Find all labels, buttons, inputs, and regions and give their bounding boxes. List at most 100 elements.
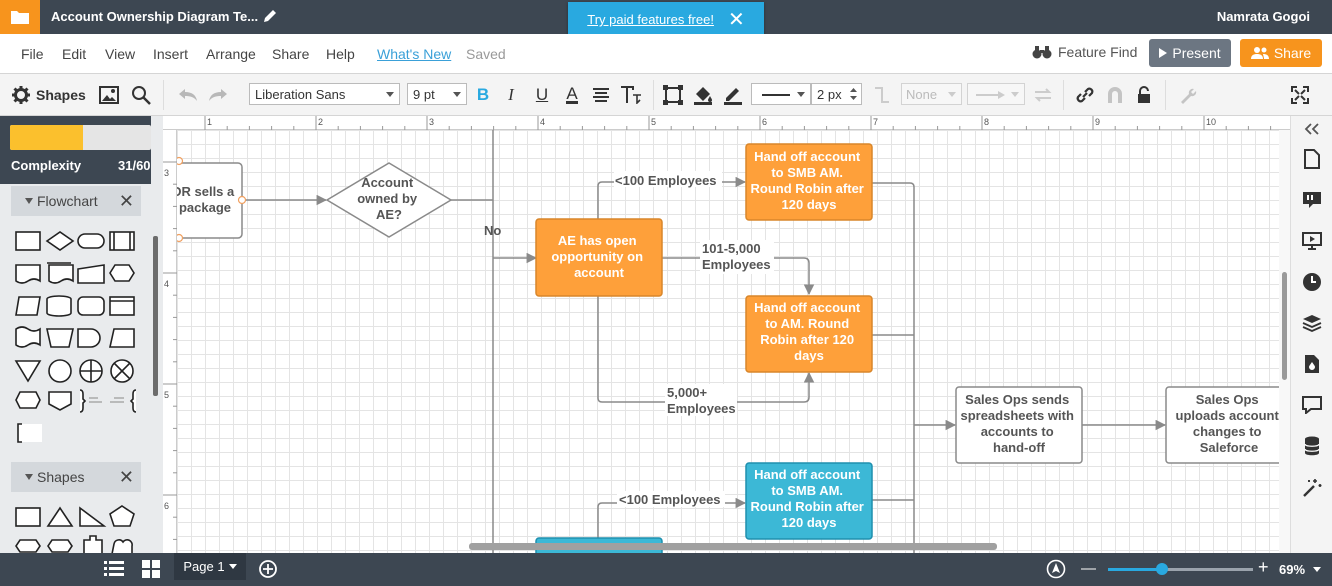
- node-salesops-upload-line3: changes to: [1193, 424, 1262, 439]
- line-start-select[interactable]: None: [901, 83, 962, 105]
- ruler-label: 3: [164, 168, 169, 178]
- page-icon[interactable]: [1301, 148, 1323, 170]
- connector-style-icon[interactable]: [868, 74, 896, 116]
- layers-icon[interactable]: [1301, 312, 1323, 334]
- edge-label-lt100-b[interactable]: <100 Employees: [619, 492, 721, 507]
- node-decision[interactable]: Account owned by AE?: [325, 162, 453, 238]
- font-family-select[interactable]: Liberation Sans: [249, 83, 400, 105]
- whats-new-link[interactable]: What's New: [377, 46, 451, 62]
- add-page-icon[interactable]: [258, 559, 278, 584]
- menu-edit[interactable]: Edit: [62, 46, 86, 62]
- zoom-value[interactable]: 69%: [1279, 562, 1305, 577]
- section-flowchart[interactable]: Flowchart ✕: [11, 186, 141, 216]
- database-icon[interactable]: [1301, 435, 1323, 457]
- line-start-value: None: [906, 87, 938, 102]
- redo-icon[interactable]: [204, 74, 232, 116]
- zoom-slider-handle[interactable]: [1155, 563, 1168, 575]
- fullscreen-icon[interactable]: [1286, 74, 1314, 116]
- zoom-out-button[interactable]: —: [1081, 560, 1096, 577]
- close-icon[interactable]: ✕: [119, 467, 134, 488]
- line-color-icon[interactable]: [719, 74, 747, 116]
- line-style-select[interactable]: [751, 83, 811, 105]
- node-handoff-am[interactable]: Hand off account to AM. Round Robin afte…: [745, 295, 873, 373]
- ruler-horizontal: 1 2 3 4 5 6 7 8 9 10: [163, 116, 1290, 130]
- close-icon[interactable]: ✕: [119, 191, 134, 212]
- try-paid-link[interactable]: Try paid features free!: [587, 12, 714, 27]
- menu-insert[interactable]: Insert: [153, 46, 188, 62]
- ruler-label: 5: [651, 117, 656, 127]
- text-color-icon[interactable]: A: [558, 74, 586, 116]
- node-salesops-upload[interactable]: Sales Ops uploads account changes to Sal…: [1165, 386, 1290, 464]
- close-icon[interactable]: ✕: [728, 10, 745, 30]
- menu-bar: File Edit View Insert Arrange Share Help…: [0, 34, 1332, 74]
- node-ae-open[interactable]: AE has open opportunity on account: [535, 218, 663, 297]
- diagram-canvas[interactable]: DR sells a package Account owned by AE? …: [163, 116, 1290, 553]
- shape-border-icon[interactable]: [659, 74, 687, 116]
- canvas-vertical-scrollbar[interactable]: [1279, 130, 1290, 553]
- bold-icon[interactable]: B: [469, 74, 497, 116]
- edge-label-no[interactable]: No: [484, 223, 501, 238]
- node-handoff-smb-1[interactable]: Hand off account to SMB AM. Round Robin …: [745, 143, 873, 221]
- align-icon[interactable]: [587, 74, 615, 116]
- zoom-slider-track[interactable]: [1108, 568, 1253, 571]
- caret-down-icon[interactable]: [1313, 567, 1321, 572]
- diagram[interactable]: DR sells a package Account owned by AE? …: [163, 116, 1290, 553]
- magnet-icon[interactable]: [1101, 74, 1129, 116]
- user-name[interactable]: Namrata Gogoi: [1217, 9, 1310, 24]
- collapse-panel-icon[interactable]: [1301, 118, 1323, 140]
- document-title[interactable]: Account Ownership Diagram Te...: [51, 9, 258, 24]
- edge-label-lt100-a[interactable]: <100 Employees: [615, 173, 717, 188]
- share-button[interactable]: Share: [1240, 39, 1322, 67]
- line-width-select[interactable]: 2 px: [811, 83, 862, 105]
- section-shapes[interactable]: Shapes ✕: [11, 462, 141, 492]
- menu-arrange[interactable]: Arrange: [206, 46, 256, 62]
- comments-icon[interactable]: [1301, 394, 1323, 416]
- fill-color-icon[interactable]: [689, 74, 717, 116]
- magic-wand-icon[interactable]: [1301, 477, 1323, 499]
- present-button[interactable]: Present: [1149, 39, 1231, 67]
- pencil-icon[interactable]: [262, 8, 278, 24]
- search-icon[interactable]: [127, 74, 155, 116]
- canvas-vertical-thumb[interactable]: [1282, 272, 1287, 380]
- menu-share[interactable]: Share: [272, 46, 309, 62]
- underline-icon[interactable]: U: [528, 74, 556, 116]
- link-icon[interactable]: [1071, 74, 1099, 116]
- flowchart-shapes[interactable]: [14, 228, 144, 448]
- node-handoff-smb-1-line3: Round Robin after: [750, 181, 863, 196]
- feature-find-button[interactable]: Feature Find: [1032, 44, 1137, 60]
- comment-quote-icon[interactable]: [1301, 189, 1323, 211]
- history-clock-icon[interactable]: [1301, 271, 1323, 293]
- line-end-select[interactable]: [967, 83, 1025, 105]
- promo-banner[interactable]: Try paid features free! ✕: [568, 2, 764, 37]
- menu-file[interactable]: File: [21, 46, 44, 62]
- node-salesops-send[interactable]: Sales Ops sends spreadsheets with accoun…: [955, 386, 1083, 464]
- basic-shapes[interactable]: [14, 504, 144, 553]
- theme-icon[interactable]: [1301, 353, 1323, 375]
- folder-icon[interactable]: [0, 0, 40, 34]
- page-tab[interactable]: Page 1: [174, 553, 246, 580]
- ruler-vertical: 3 4 5 6: [163, 130, 177, 553]
- wrench-icon[interactable]: [1174, 74, 1202, 116]
- zoom-in-button[interactable]: +: [1258, 557, 1269, 578]
- font-size-select[interactable]: 9 pt: [407, 83, 467, 105]
- node-ae-open-line2: opportunity on: [551, 249, 643, 264]
- chevron-down-icon: [948, 92, 956, 97]
- swap-arrows-icon[interactable]: [1029, 74, 1057, 116]
- lock-icon[interactable]: [1130, 74, 1158, 116]
- presentation-icon[interactable]: [1301, 229, 1323, 251]
- shapes-toggle[interactable]: Shapes: [12, 74, 86, 116]
- list-view-icon[interactable]: [104, 560, 124, 583]
- node-handoff-smb-2[interactable]: Hand off account to SMB AM. Round Robin …: [745, 462, 873, 540]
- edge-label-mid[interactable]: 101-5,000 Employees: [702, 241, 771, 272]
- sidebar-scroll-thumb[interactable]: [153, 236, 158, 396]
- sidebar-scrollbar[interactable]: [151, 116, 163, 553]
- grid-view-icon[interactable]: [142, 560, 160, 583]
- image-icon[interactable]: [95, 74, 123, 116]
- text-options-icon[interactable]: [617, 74, 645, 116]
- italic-icon[interactable]: I: [497, 74, 525, 116]
- undo-icon[interactable]: [174, 74, 202, 116]
- menu-view[interactable]: View: [105, 46, 135, 62]
- menu-help[interactable]: Help: [326, 46, 355, 62]
- navigation-icon[interactable]: [1046, 559, 1066, 584]
- canvas-horizontal-thumb[interactable]: [469, 543, 997, 550]
